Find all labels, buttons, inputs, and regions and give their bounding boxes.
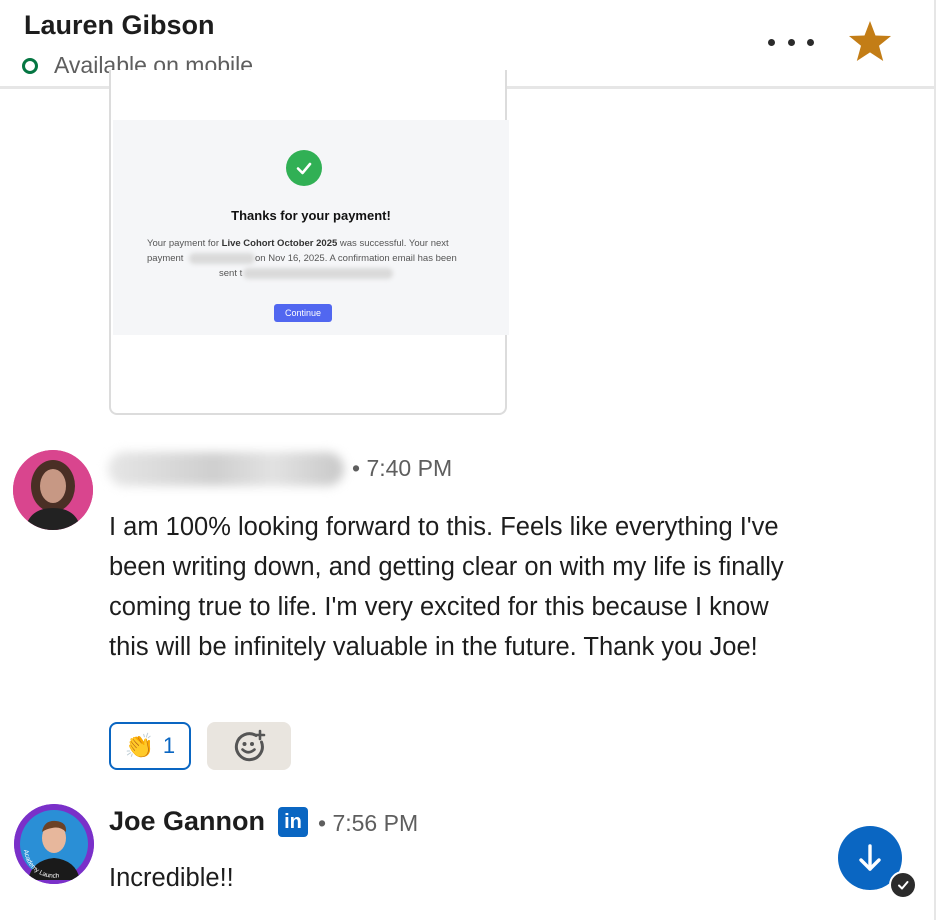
star-icon[interactable] bbox=[846, 18, 894, 66]
check-circle-icon bbox=[286, 150, 322, 186]
message-text: Incredible!! bbox=[109, 864, 234, 892]
more-horizontal-icon bbox=[768, 38, 775, 46]
receipt-title: Thanks for your payment! bbox=[231, 208, 391, 223]
presence-dot-icon bbox=[22, 57, 38, 74]
receipt-body-text: was successful. Your next bbox=[337, 238, 449, 249]
redacted-amount bbox=[189, 253, 255, 264]
reaction-clap[interactable]: 👏 1 bbox=[109, 722, 191, 770]
read-receipt-icon bbox=[889, 871, 917, 899]
clapping-hands-icon: 👏 bbox=[124, 732, 155, 760]
message-timestamp: • 7:56 PM bbox=[318, 810, 419, 836]
receipt-product: Live Cohort October 2025 bbox=[221, 238, 338, 249]
receipt-line-2: payment bbox=[147, 253, 184, 264]
message-timestamp: • 7:40 PM bbox=[352, 455, 453, 481]
reaction-count: 1 bbox=[162, 733, 176, 758]
contact-name[interactable]: Lauren Gibson bbox=[24, 10, 215, 41]
payment-receipt-screenshot: Thanks for your payment! Your payment fo… bbox=[113, 120, 509, 335]
more-options-button[interactable] bbox=[766, 30, 816, 54]
message-text: I am 100% looking forward to this. Feels… bbox=[109, 513, 784, 661]
sender-name[interactable]: Joe Gannon bbox=[109, 806, 265, 837]
linkedin-icon: in bbox=[278, 807, 308, 837]
receipt-body-text: Your payment for bbox=[147, 238, 222, 249]
redacted-email bbox=[243, 268, 393, 279]
receipt-line-2-end: on Nov 16, 2025. A confirmation email ha… bbox=[255, 253, 457, 264]
add-reaction-button[interactable] bbox=[207, 722, 291, 770]
redacted-sender-name bbox=[108, 452, 344, 486]
receipt-line-3: sent t bbox=[219, 268, 243, 279]
arrow-down-icon bbox=[859, 844, 881, 871]
image-attachment[interactable]: Thanks for your payment! Your payment fo… bbox=[109, 70, 509, 415]
add-emoji-icon bbox=[234, 729, 266, 762]
avatar[interactable] bbox=[13, 450, 93, 530]
continue-button: Continue bbox=[274, 304, 332, 322]
avatar[interactable]: Academy Launch bbox=[14, 804, 94, 884]
